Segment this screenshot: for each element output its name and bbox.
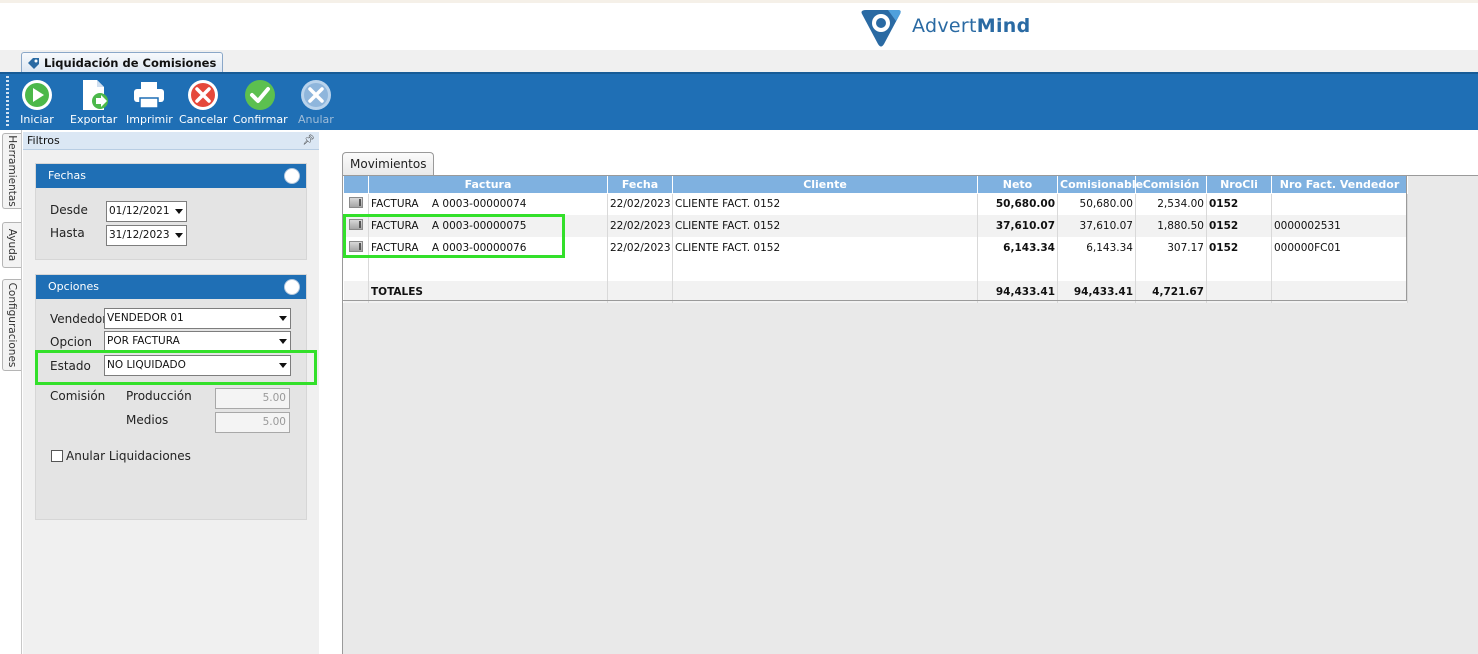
grid-right-border: [1406, 176, 1407, 301]
column-header-nrocli[interactable]: NroCli: [1206, 176, 1272, 194]
confirmar-button[interactable]: Confirmar: [233, 78, 288, 128]
cell-cliente: CLIENTE FACT. 0152: [672, 193, 978, 215]
document-tab-liquidacion[interactable]: Liquidación de Comisiones: [21, 52, 224, 73]
tab-movimientos[interactable]: Movimientos: [342, 152, 434, 176]
column-header-neto[interactable]: Neto: [977, 176, 1058, 194]
dropdown-arrow-icon: [175, 209, 183, 214]
cell-nro-fact-vendedor: [1271, 193, 1408, 215]
empty-row: [343, 259, 1408, 281]
side-tab-herramientas[interactable]: Herramientas: [2, 133, 21, 209]
exportar-button[interactable]: Exportar: [70, 78, 117, 128]
side-tab-configuraciones[interactable]: Configuraciones: [2, 279, 21, 371]
iniciar-button[interactable]: Iniciar: [20, 78, 54, 128]
cell-cliente: CLIENTE FACT. 0152: [672, 237, 978, 259]
check-icon: [245, 80, 276, 110]
collapse-icon[interactable]: [284, 168, 300, 184]
medios-label: Medios: [126, 413, 169, 427]
cell-neto: 37,610.07: [977, 215, 1058, 237]
cancelar-button[interactable]: Cancelar: [179, 78, 228, 128]
comision-label: Comisión: [50, 389, 106, 403]
anular-button[interactable]: Anular: [298, 78, 334, 128]
top-line: [0, 0, 1478, 3]
pin-icon[interactable]: 📌︎: [302, 132, 315, 150]
column-header-comision[interactable]: Comisión: [1135, 176, 1207, 194]
tag-icon: [28, 58, 39, 69]
cell-comision: 2,534.00: [1135, 193, 1207, 215]
cell-fecha: 22/02/2023: [607, 237, 673, 259]
cell-nro-fact-vendedor: 000000FC01: [1271, 237, 1408, 259]
column-header-nro-fact-vendedor[interactable]: Nro Fact. Vendedor: [1271, 176, 1408, 194]
cell-comisionable: 37,610.07: [1057, 215, 1136, 237]
column-header-cliente[interactable]: Cliente: [672, 176, 978, 194]
side-tab-ayuda[interactable]: Ayuda: [2, 222, 21, 268]
cell-comision: 307.17: [1135, 237, 1207, 259]
fechas-group-header: Fechas: [36, 164, 306, 188]
brand-logo: AdvertMind: [858, 4, 1030, 48]
produccion-label: Producción: [126, 389, 192, 403]
dropdown-arrow-icon: [279, 316, 287, 321]
cell-comisionable: 6,143.34: [1057, 237, 1136, 259]
opcion-label: Opcion: [50, 335, 92, 349]
column-header-select[interactable]: [343, 176, 369, 194]
dropdown-arrow-icon: [175, 233, 183, 238]
brand-name: AdvertMind: [912, 15, 1031, 37]
cancel-icon: [188, 80, 219, 110]
grid-bottom-border: [343, 300, 1407, 301]
estado-highlight: [35, 350, 317, 385]
document-tab-label: Liquidación de Comisiones: [44, 56, 217, 70]
cell-comision: 1,880.50: [1135, 215, 1207, 237]
hasta-label: Hasta: [50, 226, 85, 240]
row-select-icon: [348, 197, 363, 209]
cell-neto: 6,143.34: [977, 237, 1058, 259]
printer-icon: [134, 82, 165, 109]
cell-fecha: 22/02/2023: [607, 193, 673, 215]
hasta-date-picker[interactable]: 31/12/2023: [106, 225, 187, 246]
toolbar-grip[interactable]: [6, 76, 9, 126]
desde-date-picker[interactable]: 01/12/2021: [106, 201, 187, 222]
advertmind-logo-icon: [858, 4, 904, 48]
close-icon: [300, 80, 331, 110]
anular-liquidaciones-label: Anular Liquidaciones: [66, 449, 191, 463]
collapse-icon[interactable]: [284, 279, 300, 295]
imprimir-button[interactable]: Imprimir: [126, 78, 173, 128]
filters-title: Filtros: [27, 134, 60, 147]
row-selector[interactable]: [343, 193, 369, 215]
vendedor-label: Vendedor: [50, 312, 108, 326]
produccion-input[interactable]: 5.00: [215, 388, 290, 409]
opcion-select[interactable]: POR FACTURA: [104, 331, 291, 352]
medios-input[interactable]: 5.00: [215, 412, 290, 433]
cell-cliente: CLIENTE FACT. 0152: [672, 215, 978, 237]
panel-splitter[interactable]: [319, 132, 329, 654]
column-header-comisionable[interactable]: Comisionable: [1057, 176, 1143, 194]
opciones-group-header: Opciones: [36, 275, 306, 299]
filters-header: Filtros 📌︎: [23, 132, 319, 150]
column-header-fecha[interactable]: Fecha: [607, 176, 673, 194]
cell-nro-fact-vendedor: 0000002531: [1271, 215, 1408, 237]
rows-highlight: [343, 214, 565, 258]
column-header-factura[interactable]: Factura: [368, 176, 608, 194]
play-icon: [22, 80, 52, 110]
cell-fecha: 22/02/2023: [607, 215, 673, 237]
cell-neto: 50,680.00: [977, 193, 1058, 215]
desde-label: Desde: [50, 203, 88, 217]
cell-nrocli: 0152: [1206, 193, 1272, 215]
cell-comisionable: 50,680.00: [1057, 193, 1136, 215]
anular-liquidaciones-checkbox[interactable]: [51, 450, 63, 462]
table-row[interactable]: FACTURA A 0003-00000074 22/02/2023 CLIEN…: [343, 193, 1408, 215]
export-icon: [82, 80, 108, 110]
dropdown-arrow-icon: [279, 339, 287, 344]
cell-factura: FACTURA A 0003-00000074: [368, 193, 608, 215]
grid-header-row: Factura Fecha Cliente Neto Comisionable …: [343, 176, 1408, 194]
cell-nrocli: 0152: [1206, 215, 1272, 237]
cell-nrocli: 0152: [1206, 237, 1272, 259]
vendedor-select[interactable]: VENDEDOR 01: [104, 308, 291, 329]
